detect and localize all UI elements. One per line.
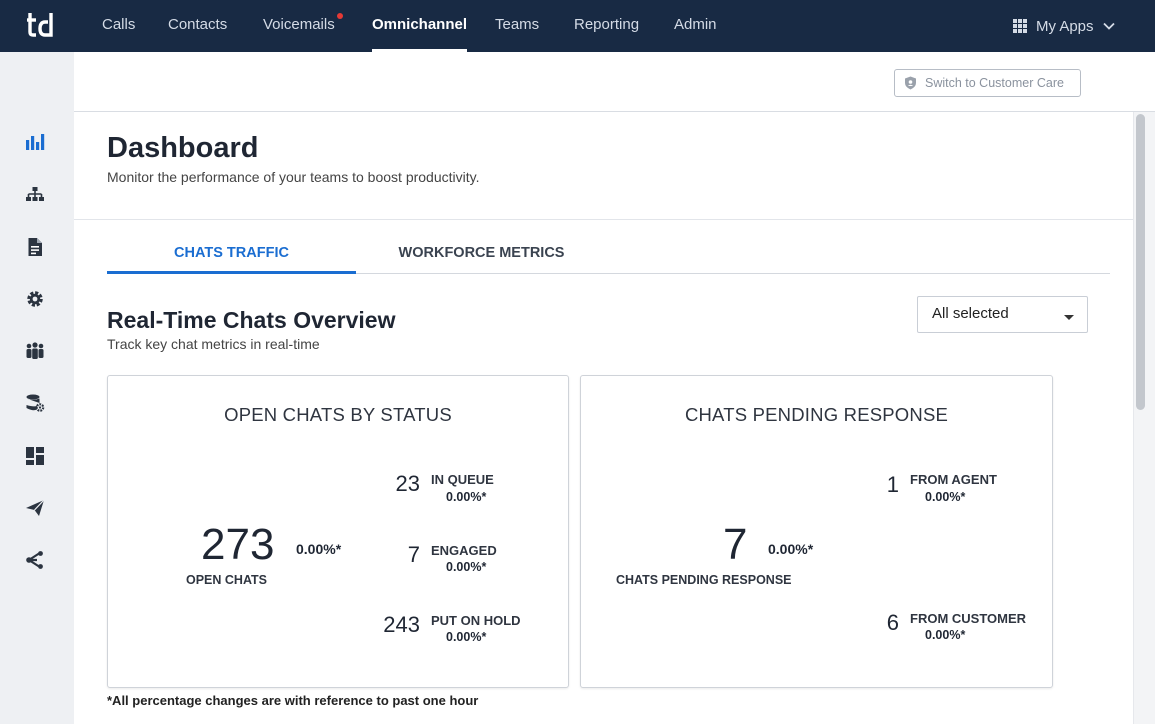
database-settings-icon[interactable]: [25, 393, 45, 413]
tab-chats-traffic[interactable]: CHATS TRAFFIC: [107, 239, 356, 274]
nav-reporting-label: Reporting: [574, 16, 640, 33]
nav-omnichannel-label: Omnichannel: [372, 16, 468, 33]
context-header: Switch to Customer Care: [74, 52, 1155, 112]
open-chats-card: OPEN CHATS BY STATUS 273 OPEN CHATS 0.00…: [107, 375, 569, 688]
card-title: OPEN CHATS BY STATUS: [224, 404, 452, 425]
page-subtitle: Monitor the performance of your teams to…: [107, 169, 480, 185]
tab-workforce-metrics[interactable]: WORKFORCE METRICS: [356, 239, 607, 273]
nav-teams-label: Teams: [495, 16, 540, 33]
document-icon[interactable]: [25, 237, 45, 257]
section-subtitle: Track key chat metrics in real-time: [107, 336, 320, 352]
footnote: *All percentage changes are with referen…: [107, 693, 479, 708]
my-apps-menu[interactable]: My Apps: [1013, 0, 1115, 52]
on-hold-label: PUT ON HOLD: [431, 613, 521, 628]
filter-value: All selected: [932, 305, 1009, 322]
nav-voicemails-label: Voicemails: [263, 16, 335, 33]
from-customer-value: 6: [886, 610, 899, 635]
tab-bar: CHATS TRAFFIC WORKFORCE METRICS: [107, 239, 1110, 274]
apps-grid-icon: [1013, 19, 1027, 33]
engaged-change: 0.00%*: [446, 560, 487, 574]
shield-icon: [905, 76, 916, 90]
nav-contacts-label: Contacts: [168, 16, 228, 33]
from-agent-change: 0.00%*: [925, 490, 966, 504]
people-icon[interactable]: [25, 341, 45, 361]
top-navigation-bar: Calls Contacts Voicemails Omnichannel Te…: [0, 0, 1155, 52]
nav-teams[interactable]: Teams: [495, 0, 539, 52]
on-hold-change: 0.00%*: [446, 630, 487, 644]
caret-down-icon: [1064, 315, 1074, 320]
dashboard-icon[interactable]: [25, 446, 45, 466]
engaged-label: ENGAGED: [431, 543, 497, 558]
in-queue-change: 0.00%*: [446, 490, 487, 504]
talkdesk-logo[interactable]: [26, 10, 60, 40]
my-apps-label: My Apps: [1036, 17, 1094, 35]
scrollbar-thumb[interactable]: [1136, 114, 1145, 410]
total-open-chats-label: OPEN CHATS: [186, 573, 268, 587]
total-pending-value: 7: [723, 520, 748, 569]
notification-dot: [336, 13, 343, 19]
nav-calls[interactable]: Calls: [102, 0, 135, 52]
nav-contacts[interactable]: Contacts: [168, 0, 227, 52]
from-customer-change: 0.00%*: [925, 628, 966, 642]
from-customer-label: FROM CUSTOMER: [910, 611, 1027, 626]
nav-calls-label: Calls: [102, 16, 136, 33]
switch-button-label: Switch to Customer Care: [925, 76, 1064, 90]
switch-to-customer-care-button[interactable]: Switch to Customer Care: [894, 69, 1081, 97]
bar-chart-icon[interactable]: [25, 132, 45, 152]
sidebar: [0, 52, 74, 724]
share-icon[interactable]: [25, 550, 45, 570]
tab-chats-traffic-label: CHATS TRAFFIC: [174, 245, 289, 261]
nav-admin[interactable]: Admin: [674, 0, 717, 52]
nav-omnichannel[interactable]: Omnichannel: [372, 0, 468, 52]
queue-filter-dropdown[interactable]: All selected: [917, 296, 1088, 333]
section-title: Real-Time Chats Overview: [107, 307, 396, 333]
total-open-chats-value: 273: [201, 520, 275, 569]
in-queue-label: IN QUEUE: [431, 472, 494, 487]
nav-voicemails[interactable]: Voicemails: [263, 0, 343, 52]
nav-admin-label: Admin: [674, 16, 717, 33]
tab-workforce-metrics-label: WORKFORCE METRICS: [398, 245, 565, 261]
from-agent-value: 1: [886, 472, 899, 497]
engaged-value: 7: [407, 542, 420, 567]
total-open-chats-change: 0.00%*: [296, 541, 342, 557]
on-hold-value: 243: [383, 612, 420, 637]
in-queue-value: 23: [395, 471, 420, 496]
card-title: CHATS PENDING RESPONSE: [684, 404, 949, 425]
org-chart-icon[interactable]: [25, 185, 45, 205]
total-pending-label: CHATS PENDING RESPONSE: [616, 573, 792, 587]
chevron-down-icon: [1102, 22, 1115, 30]
page-title: Dashboard: [107, 132, 259, 164]
pending-response-card: CHATS PENDING RESPONSE 7 CHATS PENDING R…: [580, 375, 1053, 688]
main-content: Dashboard Monitor the performance of you…: [74, 112, 1133, 724]
nav-reporting[interactable]: Reporting: [574, 0, 639, 52]
total-pending-change: 0.00%*: [768, 541, 814, 557]
gear-icon[interactable]: [25, 289, 45, 309]
header-divider: [74, 219, 1133, 220]
send-icon[interactable]: [25, 498, 45, 518]
from-agent-label: FROM AGENT: [910, 472, 997, 487]
